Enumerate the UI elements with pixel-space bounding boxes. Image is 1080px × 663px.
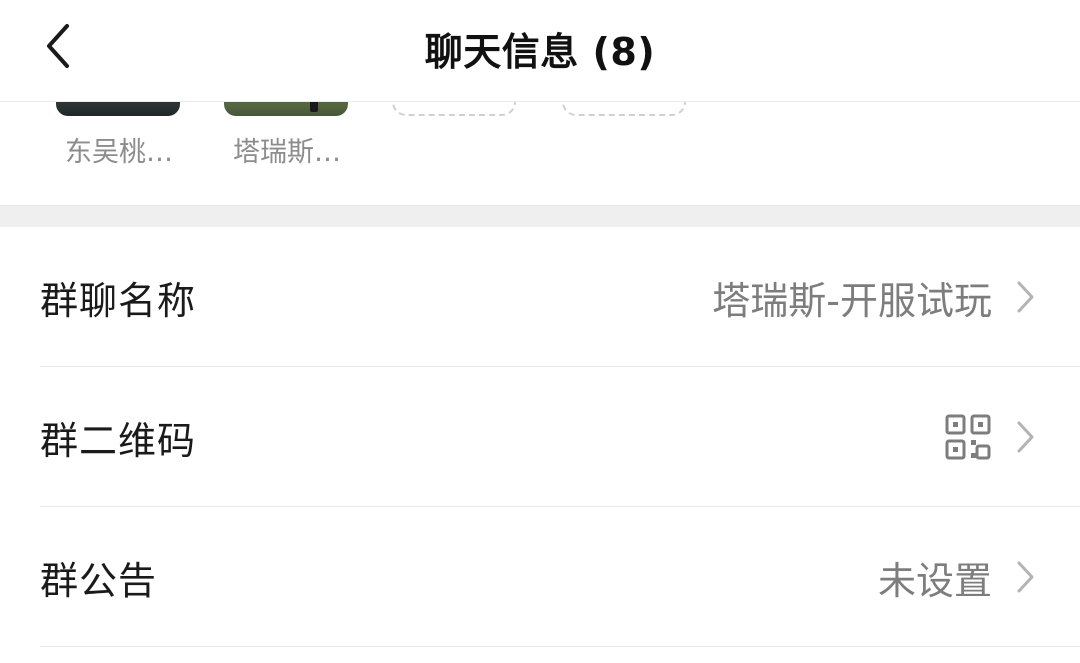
section-divider [0,205,1080,227]
nav-bar: 聊天信息 (8) [0,0,1080,102]
group-name-label: 群聊名称 [40,278,197,323]
group-qr-label: 群二维码 [40,418,197,463]
add-member-button[interactable] [392,102,516,116]
group-notice-row[interactable]: 群公告 未设置 [0,507,1080,647]
avatar [224,102,348,116]
member-item[interactable]: 东吴桃… [54,102,184,204]
member-grid: 东吴桃… 塔瑞斯… [0,102,1080,204]
settings-list: 群聊名称 塔瑞斯-开服试玩 群二维码 群公告 未设置 [0,227,1080,647]
chevron-right-icon [1017,561,1034,593]
qr-code-icon [945,414,991,460]
avatar [56,102,180,116]
group-name-row[interactable]: 群聊名称 塔瑞斯-开服试玩 [0,227,1080,367]
chevron-right-icon [1017,281,1034,313]
group-qr-row[interactable]: 群二维码 [0,367,1080,507]
member-name: 塔瑞斯… [233,137,341,168]
group-notice-value: 未设置 [877,558,992,603]
member-name: 东吴桃… [65,137,173,168]
chevron-right-icon [1017,421,1034,453]
remove-member-button[interactable] [562,102,686,116]
group-name-value: 塔瑞斯-开服试玩 [712,278,992,323]
page-title: 聊天信息 (8) [424,29,656,74]
member-item[interactable]: 塔瑞斯… [222,102,352,204]
group-notice-label: 群公告 [40,558,158,603]
